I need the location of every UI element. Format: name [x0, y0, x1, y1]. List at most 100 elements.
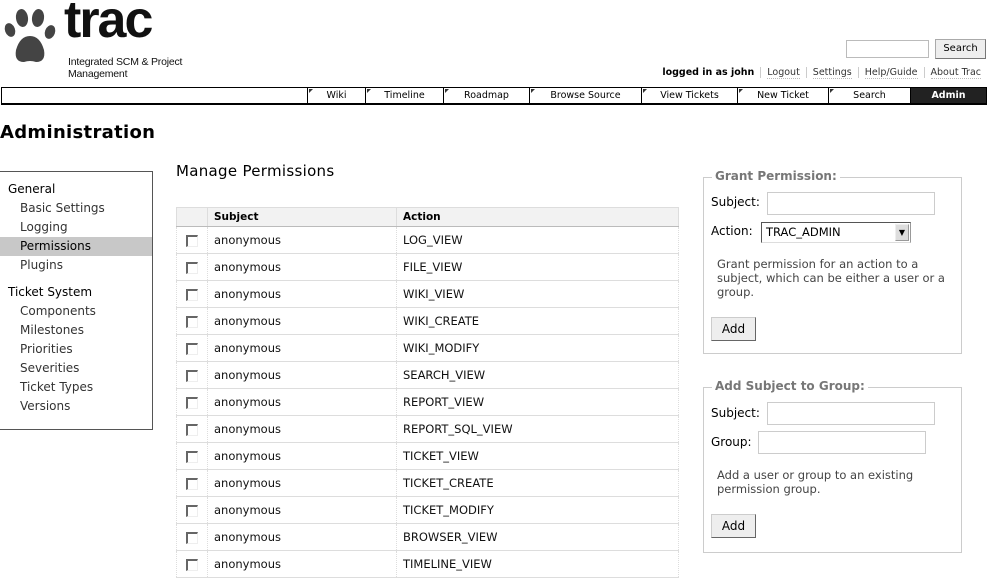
sidebar-item-basic-settings[interactable]: Basic Settings [0, 199, 152, 218]
add-subject-to-group-fieldset: Add Subject to Group: Subject: Group: Ad… [703, 379, 962, 553]
metanav-about-item: About Trac [923, 67, 981, 79]
action-cell: FILE_VIEW [396, 253, 679, 281]
action-cell: WIKI_MODIFY [396, 334, 679, 362]
sidebar-item-severities[interactable]: Severities [0, 359, 152, 378]
action-cell: WIKI_CREATE [396, 307, 679, 335]
row-checkbox[interactable] [186, 396, 198, 409]
group-group-label: Group: [711, 435, 752, 449]
action-cell: LOG_VIEW [396, 226, 679, 254]
tab-new-ticket[interactable]: New Ticket [737, 88, 828, 103]
metanav-settings-item: Settings [805, 67, 858, 79]
sidebar-item-ticket-types[interactable]: Ticket Types [0, 378, 152, 397]
sidebar-group-title: Ticket System [8, 285, 93, 299]
row-select-cell [176, 469, 208, 497]
sidebar-item-permissions[interactable]: Permissions [0, 237, 152, 256]
subject-cell: anonymous [207, 442, 397, 470]
grant-hint: Grant permission for an action to a subj… [717, 257, 945, 299]
row-checkbox[interactable] [186, 261, 198, 274]
row-select-cell [176, 550, 208, 578]
sidebar-group-title: General [8, 182, 56, 196]
subject-cell: anonymous [207, 496, 397, 524]
table-row: anonymous WIKI_MODIFY [176, 334, 679, 362]
paw-icon [4, 9, 56, 62]
tab-admin[interactable]: Admin [910, 88, 986, 103]
row-select-cell [176, 226, 208, 254]
tab-wiki[interactable]: Wiki [307, 88, 365, 103]
search-button[interactable]: Search [935, 39, 986, 59]
group-hint: Add a user or group to an existing permi… [717, 468, 914, 496]
grant-subject-label: Subject: [711, 195, 760, 209]
about-trac-link[interactable]: About Trac [930, 67, 981, 79]
logout-link[interactable]: Logout [767, 67, 800, 79]
table-row: anonymous WIKI_CREATE [176, 307, 679, 335]
row-checkbox[interactable] [186, 288, 198, 301]
tab-browse-source[interactable]: Browse Source [529, 88, 641, 103]
row-select-cell [176, 307, 208, 335]
metanav-logout-item: Logout [760, 67, 806, 79]
tab-label: Wiki [326, 90, 347, 101]
column-header-select [176, 207, 208, 227]
tab-label: Timeline [384, 90, 425, 101]
tab-search[interactable]: Search [828, 88, 910, 103]
dropdown-arrow-icon[interactable]: ▼ [895, 224, 909, 241]
row-select-cell [176, 415, 208, 443]
row-checkbox[interactable] [186, 342, 198, 355]
action-cell: TICKET_CREATE [396, 469, 679, 497]
permissions-table: Subject Action anonymous LOG_VIEW anonymou… [176, 207, 679, 578]
tab-corner-icon [531, 89, 535, 93]
row-checkbox[interactable] [186, 315, 198, 328]
sidebar-item-components[interactable]: Components [0, 302, 152, 321]
subject-cell: anonymous [207, 523, 397, 551]
sidebar-item-priorities[interactable]: Priorities [0, 340, 152, 359]
grant-action-selected: TRAC_ADMIN [766, 225, 841, 239]
admin-sidebar: General Basic Settings Logging Permissio… [0, 171, 153, 430]
sidebar-item-logging[interactable]: Logging [0, 218, 152, 237]
grant-action-select[interactable]: TRAC_ADMIN ▼ [761, 222, 911, 243]
table-row: anonymous REPORT_SQL_VIEW [176, 415, 679, 443]
table-row: anonymous LOG_VIEW [176, 226, 679, 254]
grant-subject-input[interactable] [767, 192, 935, 215]
help-guide-link[interactable]: Help/Guide [864, 67, 918, 79]
row-checkbox[interactable] [186, 504, 198, 517]
row-checkbox[interactable] [186, 369, 198, 382]
sidebar-group-ticket-system: Ticket System [0, 283, 152, 302]
tab-timeline[interactable]: Timeline [365, 88, 443, 103]
row-select-cell [176, 442, 208, 470]
tab-label: Search [853, 90, 886, 101]
row-checkbox[interactable] [186, 531, 198, 544]
sidebar-item-milestones[interactable]: Milestones [0, 321, 152, 340]
row-checkbox[interactable] [186, 234, 198, 247]
tab-corner-icon [309, 89, 313, 93]
row-select-cell [176, 280, 208, 308]
group-add-button[interactable]: Add [711, 514, 756, 538]
row-checkbox[interactable] [186, 477, 198, 490]
grant-add-button[interactable]: Add [711, 317, 756, 341]
tab-roadmap[interactable]: Roadmap [443, 88, 529, 103]
table-row: anonymous SEARCH_VIEW [176, 361, 679, 389]
search-input[interactable] [846, 40, 929, 58]
row-checkbox[interactable] [186, 450, 198, 463]
table-row: anonymous BROWSER_VIEW [176, 523, 679, 551]
permissions-table-body: anonymous LOG_VIEW anonymous FILE_VIEW anony… [176, 226, 679, 578]
row-select-cell [176, 496, 208, 524]
tab-label: New Ticket [757, 90, 809, 101]
group-group-input[interactable] [758, 431, 926, 454]
tab-view-tickets[interactable]: View Tickets [641, 88, 737, 103]
action-cell: WIKI_VIEW [396, 280, 679, 308]
grant-action-label: Action: [711, 224, 753, 238]
subject-cell: anonymous [207, 361, 397, 389]
table-row: anonymous TIMELINE_VIEW [176, 550, 679, 578]
table-row: anonymous REPORT_VIEW [176, 388, 679, 416]
sidebar-item-versions[interactable]: Versions [0, 397, 152, 416]
trac-logo[interactable]: trac Integrated SCM & Project Management [2, 0, 242, 80]
tab-label: Admin [931, 90, 966, 101]
group-subject-input[interactable] [767, 402, 935, 425]
row-select-cell [176, 388, 208, 416]
sidebar-item-plugins[interactable]: Plugins [0, 256, 152, 275]
tab-corner-icon [643, 89, 647, 93]
row-checkbox[interactable] [186, 423, 198, 436]
logged-in-status: logged in as john [662, 67, 755, 78]
settings-link[interactable]: Settings [812, 67, 852, 79]
tab-corner-icon [445, 89, 449, 93]
action-cell: TICKET_MODIFY [396, 496, 679, 524]
